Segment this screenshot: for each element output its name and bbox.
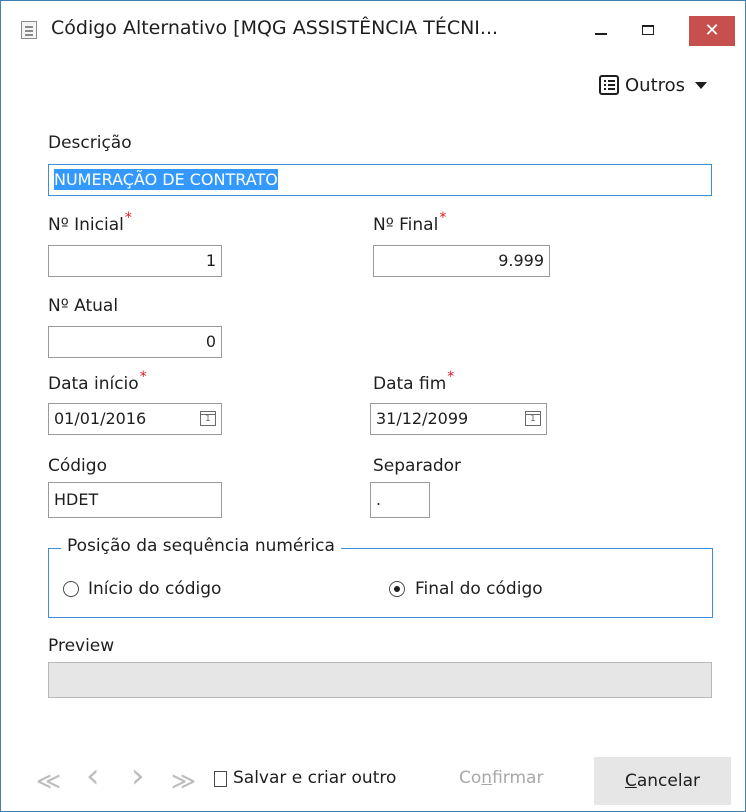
required-mark: * (439, 210, 447, 226)
window-title: Código Alternativo [MQG ASSISTÊNCIA TÉCN… (51, 17, 499, 39)
last-record-icon[interactable]: ≫ (171, 767, 196, 795)
n-atual-label: Nº Atual (48, 296, 119, 316)
data-fim-value: 31/12/2099 (376, 409, 469, 428)
list-icon (599, 75, 619, 95)
calendar-icon[interactable] (525, 411, 541, 426)
cancelar-label-accel: C (624, 771, 637, 791)
separador-input[interactable]: . (370, 482, 430, 518)
confirmar-button[interactable]: Confirmar (459, 768, 543, 788)
data-fim-label: Data fim* (373, 369, 454, 394)
minimize-icon[interactable] (595, 33, 607, 35)
first-record-icon[interactable]: ≪ (36, 767, 61, 795)
descricao-label: Descrição (48, 133, 132, 153)
maximize-icon[interactable] (642, 25, 654, 35)
app-icon (21, 21, 37, 39)
dialog-window: Código Alternativo [MQG ASSISTÊNCIA TÉCN… (0, 0, 746, 812)
n-inicial-label: Nº Inicial* (48, 210, 132, 235)
n-inicial-label-text: Nº Inicial (48, 215, 124, 235)
outros-label: Outros (625, 74, 686, 96)
n-inicial-input[interactable]: 1 (48, 245, 222, 277)
outros-menu-button[interactable]: Outros (599, 70, 708, 100)
data-inicio-label: Data início* (48, 369, 147, 394)
data-inicio-input[interactable]: 01/01/2016 (48, 403, 222, 435)
data-fim-input[interactable]: 31/12/2099 (370, 403, 547, 435)
required-mark: * (124, 210, 132, 226)
close-icon[interactable]: ✕ (689, 16, 735, 46)
confirmar-label-pre: Co (459, 768, 482, 788)
preview-field (48, 662, 712, 698)
required-mark: * (447, 369, 455, 385)
data-inicio-label-text: Data início (48, 374, 139, 394)
codigo-label: Código (48, 456, 107, 476)
calendar-icon[interactable] (200, 411, 216, 426)
radio-final-codigo[interactable] (389, 581, 405, 597)
data-inicio-value: 01/01/2016 (54, 409, 147, 428)
posicao-group-title: Posição da sequência numérica (61, 536, 341, 556)
cancelar-button[interactable]: Cancelar (594, 757, 731, 805)
descricao-value: NUMERAÇÃO DE CONTRATO (54, 169, 278, 190)
salvar-criar-outro-checkbox[interactable] (214, 771, 227, 787)
cancelar-label-post: ancelar (636, 771, 700, 791)
codigo-input[interactable]: HDET (48, 482, 222, 518)
required-mark: * (139, 369, 147, 385)
radio-final-codigo-label[interactable]: Final do código (415, 579, 543, 599)
radio-inicio-codigo[interactable] (63, 581, 79, 597)
next-record-icon[interactable]: › (131, 759, 145, 793)
chevron-down-icon (695, 81, 708, 89)
salvar-criar-outro-label[interactable]: Salvar e criar outro (233, 768, 396, 788)
preview-label: Preview (48, 636, 115, 656)
title-bar[interactable]: Código Alternativo [MQG ASSISTÊNCIA TÉCN… (1, 1, 745, 57)
n-final-input[interactable]: 9.999 (373, 245, 550, 277)
descricao-input[interactable]: NUMERAÇÃO DE CONTRATO (48, 164, 712, 196)
n-final-label-text: Nº Final (373, 215, 439, 235)
previous-record-icon[interactable]: ‹ (86, 759, 100, 793)
confirmar-label-post: firmar (492, 768, 544, 788)
n-final-label: Nº Final* (373, 210, 446, 235)
data-fim-label-text: Data fim (373, 374, 447, 394)
n-atual-input[interactable]: 0 (48, 326, 222, 358)
radio-inicio-codigo-label[interactable]: Início do código (88, 579, 221, 599)
confirmar-label-accel: n (481, 768, 493, 788)
separador-label: Separador (373, 456, 462, 476)
